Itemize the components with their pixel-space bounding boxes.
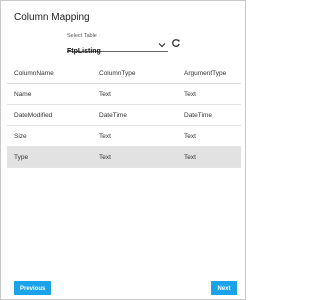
- column-header-argumenttype[interactable]: ArgumentType: [177, 63, 241, 84]
- dialog-title: Column Mapping: [14, 12, 90, 23]
- cell-column-name: Type: [7, 146, 92, 168]
- column-header-columnname[interactable]: ColumnName: [7, 63, 92, 84]
- column-mapping-dialog: Column Mapping Select Table FtpListing C…: [0, 0, 246, 300]
- cell-column-type: Text: [92, 125, 177, 147]
- table-row-selected[interactable]: Type Text Text: [7, 146, 241, 168]
- next-button[interactable]: Next: [211, 281, 237, 295]
- select-table-label: Select Table: [67, 33, 97, 39]
- select-table-field: Select Table FtpListing: [67, 33, 168, 55]
- select-table-dropdown[interactable]: FtpListing: [67, 40, 168, 55]
- cell-argument-type: Text: [177, 146, 241, 168]
- cell-argument-type: Text: [177, 125, 241, 147]
- table-row[interactable]: Name Text Text: [7, 83, 241, 105]
- cell-column-name: Name: [7, 83, 92, 105]
- cell-column-type: Text: [92, 146, 177, 168]
- column-header-columntype[interactable]: ColumnType: [92, 63, 177, 84]
- column-mapping-table: ColumnName ColumnType ArgumentType Name …: [7, 63, 241, 168]
- cell-column-type: DateTime: [92, 104, 177, 126]
- cell-column-type: Text: [92, 83, 177, 105]
- previous-button[interactable]: Previous: [14, 281, 51, 295]
- table-row[interactable]: DateModified DateTime DateTime: [7, 104, 241, 126]
- table-row[interactable]: Size Text Text: [7, 125, 241, 147]
- select-table-value: FtpListing: [67, 48, 101, 55]
- cell-argument-type: DateTime: [177, 104, 241, 126]
- cell-column-name: Size: [7, 125, 92, 147]
- refresh-icon[interactable]: [171, 38, 181, 48]
- table-header-row: ColumnName ColumnType ArgumentType: [7, 63, 241, 84]
- cell-argument-type: Text: [177, 83, 241, 105]
- chevron-down-icon: [158, 43, 166, 48]
- cell-column-name: DateModified: [7, 104, 92, 126]
